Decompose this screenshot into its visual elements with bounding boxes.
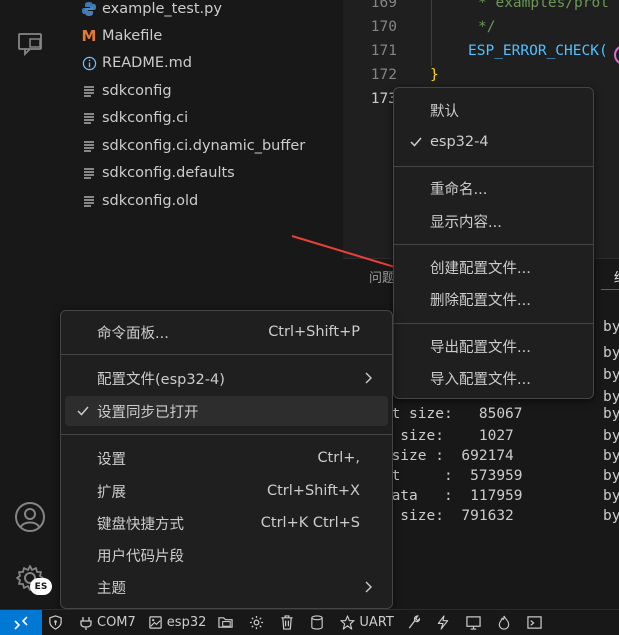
flame-icon: [498, 615, 510, 630]
shield-icon: [49, 615, 62, 630]
profile-submenu: 默认 esp32-4 重命名... 显示内容... 创建配置文件... 删除配置…: [393, 87, 594, 399]
menu-item-keyboard-shortcuts[interactable]: 键盘快捷方式 Ctrl+K Ctrl+S: [65, 508, 388, 538]
chevron-right-icon: [365, 581, 372, 593]
clean-button[interactable]: [274, 610, 304, 635]
menu-item-user-snippets[interactable]: 用户代码片段: [65, 540, 388, 570]
shortcut: Ctrl+,: [317, 450, 360, 466]
port-label: COM7: [97, 615, 136, 630]
flash-method-selector[interactable]: UART: [334, 610, 399, 635]
menu-item-default-profile[interactable]: 默认: [398, 95, 589, 125]
folder-icon: [218, 617, 234, 628]
monitor-icon: [466, 616, 481, 630]
menu-item-themes[interactable]: 主题: [65, 572, 388, 602]
menu-item-create-profile[interactable]: 创建配置文件...: [398, 252, 589, 282]
terminal-icon: [527, 616, 542, 629]
database-button[interactable]: [304, 610, 334, 635]
menu-separator: [61, 434, 392, 435]
shortcut: Ctrl+Shift+P: [268, 324, 360, 340]
menu-separator: [394, 166, 593, 167]
status-bar: COM7 esp32 UART: [0, 609, 619, 635]
menu-item-rename[interactable]: 重命名...: [398, 173, 589, 203]
target-label: esp32: [166, 615, 207, 630]
menu-item-esp32-4-profile[interactable]: esp32-4: [398, 127, 589, 157]
flash-method-label: UART: [359, 615, 394, 630]
menu-item-show-contents[interactable]: 显示内容...: [398, 206, 589, 236]
checkmark-icon: [77, 406, 89, 416]
menu-separator: [394, 323, 593, 324]
menu-item-extensions[interactable]: 扩展 Ctrl+Shift+X: [65, 476, 388, 506]
menu-item-settings-sync[interactable]: 设置同步已打开: [65, 396, 388, 426]
monitor-button[interactable]: [460, 610, 491, 635]
menu-item-import-profile[interactable]: 导入配置文件...: [398, 363, 589, 393]
chevron-right-icon: [365, 372, 372, 384]
build-flash-monitor-button[interactable]: [491, 610, 521, 635]
menu-separator: [394, 244, 593, 245]
target-selector[interactable]: esp32: [142, 610, 213, 635]
build-button[interactable]: [400, 610, 430, 635]
menu-item-settings[interactable]: 设置 Ctrl+,: [65, 443, 388, 473]
config-button[interactable]: [243, 610, 274, 635]
gear-icon: [250, 615, 264, 630]
checkmark-icon: [410, 137, 422, 147]
port-selector[interactable]: COM7: [73, 610, 142, 635]
manage-menu: 命令面板... Ctrl+Shift+P 配置文件(esp32-4) 设置同步已…: [60, 310, 393, 609]
folder-button[interactable]: [212, 610, 243, 635]
menu-item-profiles[interactable]: 配置文件(esp32-4): [65, 363, 388, 393]
shortcut: Ctrl+K Ctrl+S: [260, 515, 360, 531]
chip-icon: [149, 616, 162, 629]
lightning-icon: [437, 615, 449, 630]
menu-separator: [61, 354, 392, 355]
remote-indicator[interactable]: [0, 609, 42, 635]
trash-icon: [281, 615, 293, 630]
shortcut: Ctrl+Shift+X: [267, 483, 360, 499]
menu-item-command-palette[interactable]: 命令面板... Ctrl+Shift+P: [65, 317, 388, 347]
flash-button[interactable]: [430, 610, 460, 635]
database-icon: [311, 615, 324, 630]
shield-button[interactable]: [42, 610, 73, 635]
terminal-button[interactable]: [521, 610, 552, 635]
menu-item-delete-profile[interactable]: 删除配置文件...: [398, 284, 589, 314]
remote-icon: [14, 615, 28, 630]
wrench-icon: [408, 615, 420, 629]
menu-item-export-profile[interactable]: 导出配置文件...: [398, 331, 589, 361]
plug-icon: [80, 616, 92, 630]
star-icon: [340, 615, 355, 630]
